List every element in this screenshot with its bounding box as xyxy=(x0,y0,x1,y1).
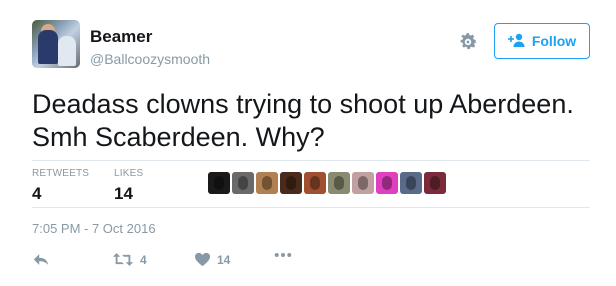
liker-avatar[interactable] xyxy=(232,172,254,194)
likes-stat[interactable]: LIKES 14 xyxy=(114,168,143,204)
timestamp[interactable]: 7:05 PM - 7 Oct 2016 xyxy=(32,221,156,236)
like-button[interactable]: 14 xyxy=(194,252,230,267)
user-handle[interactable]: @Ballcoozysmooth xyxy=(90,51,210,67)
heart-icon xyxy=(194,252,211,267)
avatar[interactable] xyxy=(32,20,80,68)
liker-avatar[interactable] xyxy=(256,172,278,194)
display-name[interactable]: Beamer xyxy=(90,27,152,47)
liker-avatar[interactable] xyxy=(328,172,350,194)
likers-avatars xyxy=(208,172,446,194)
follow-button[interactable]: Follow xyxy=(494,23,590,59)
liker-avatar[interactable] xyxy=(424,172,446,194)
reply-icon xyxy=(32,252,50,267)
liker-avatar[interactable] xyxy=(280,172,302,194)
more-icon xyxy=(274,252,292,258)
reply-button[interactable] xyxy=(32,252,50,267)
gear-icon[interactable] xyxy=(457,31,479,53)
liker-avatar[interactable] xyxy=(352,172,374,194)
divider-bottom xyxy=(32,207,590,208)
retweet-icon xyxy=(112,252,134,267)
retweet-button[interactable]: 4 xyxy=(112,252,147,267)
liker-avatar[interactable] xyxy=(400,172,422,194)
retweets-stat[interactable]: RETWEETS 4 xyxy=(32,168,89,204)
likes-count: 14 xyxy=(114,184,133,203)
add-user-icon xyxy=(507,33,526,50)
retweets-label: RETWEETS xyxy=(32,168,90,179)
divider-top xyxy=(32,160,590,161)
follow-button-label: Follow xyxy=(531,33,577,49)
more-button[interactable] xyxy=(274,252,292,258)
likes-label: LIKES xyxy=(114,168,144,179)
liker-avatar[interactable] xyxy=(376,172,398,194)
like-count: 14 xyxy=(217,252,231,267)
liker-avatar[interactable] xyxy=(304,172,326,194)
retweets-count: 4 xyxy=(32,184,42,203)
retweet-count: 4 xyxy=(140,252,147,267)
tweet-text: Deadass clowns trying to shoot up Aberde… xyxy=(32,89,574,152)
liker-avatar[interactable] xyxy=(208,172,230,194)
